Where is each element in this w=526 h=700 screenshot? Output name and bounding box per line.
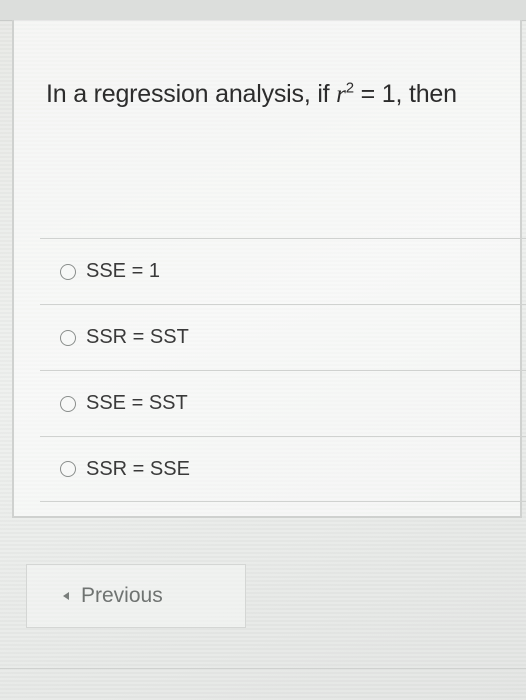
radio-button-icon[interactable] xyxy=(60,263,76,280)
answer-label: SSE = SST xyxy=(86,392,188,414)
answer-option-2[interactable]: SSR = SST xyxy=(40,304,526,370)
answer-option-1[interactable]: SSE = 1 xyxy=(40,238,526,304)
question-suffix: = 1, then xyxy=(353,80,457,108)
divider xyxy=(0,668,526,669)
question-exponent: 2 xyxy=(345,79,354,97)
question-variable: r xyxy=(336,81,346,108)
answer-option-3[interactable]: SSE = SST xyxy=(40,370,526,436)
answer-list: SSE = 1 SSR = SST SSE = SST SSR = SSE xyxy=(40,238,526,502)
answer-label: SSR = SSE xyxy=(86,457,190,480)
question-text: In a regression analysis, if r2 = 1, the… xyxy=(46,80,457,109)
top-bar xyxy=(0,0,526,21)
previous-label: Previous xyxy=(81,584,163,607)
answer-option-4[interactable]: SSR = SSE xyxy=(40,436,526,502)
radio-button-icon[interactable] xyxy=(60,395,76,412)
question-prefix: In a regression analysis, if xyxy=(46,80,337,108)
previous-button[interactable]: Previous xyxy=(26,564,246,628)
answer-label: SSR = SST xyxy=(86,326,189,348)
chevron-left-icon xyxy=(63,592,69,600)
answer-label: SSE = 1 xyxy=(86,260,160,282)
quiz-page: In a regression analysis, if r2 = 1, the… xyxy=(0,0,526,700)
radio-button-icon[interactable] xyxy=(60,329,76,346)
radio-button-icon[interactable] xyxy=(60,461,76,477)
